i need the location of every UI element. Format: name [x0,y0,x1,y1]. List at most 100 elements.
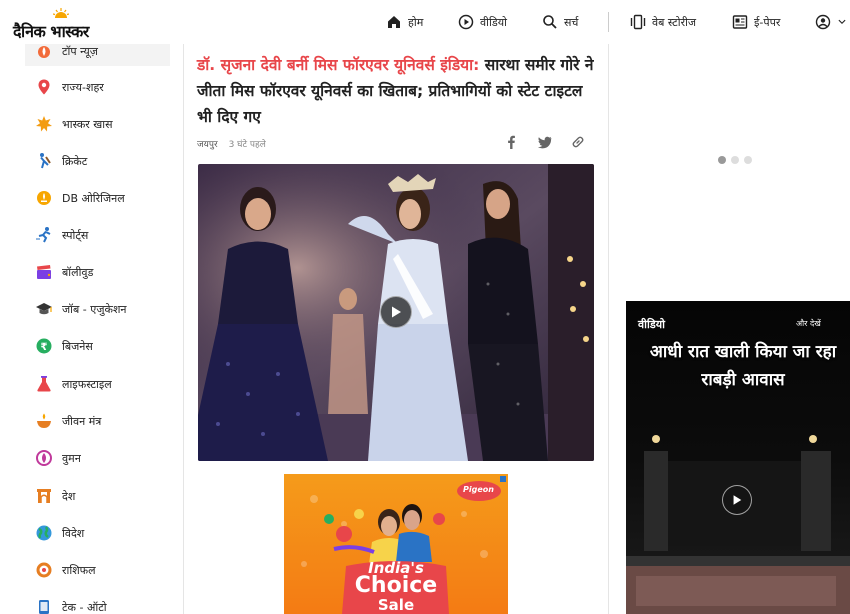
svg-text:₹: ₹ [41,342,48,353]
location-pin-icon [35,78,53,96]
sidebar-item-tech-auto[interactable]: टेक - ऑटो [25,592,170,614]
sidebar-item-label: जॉब - एजुकेशन [62,302,127,316]
sidebar-item-sports[interactable]: स्पोर्ट्स [25,220,170,250]
article-time: 3 घंटे पहले [228,140,266,150]
top-news-icon [35,42,53,60]
sidebar-item-bollywood[interactable]: बॉलीवुड [25,257,170,287]
globe-icon [35,524,53,542]
facebook-share-button[interactable] [502,133,520,151]
sidebar-item-bhaskar-khas[interactable]: भास्कर खास [25,109,170,139]
sidebar-item-label: जीवन मंत्र [62,414,102,428]
sidebar-item-label: DB ओरिजिनल [62,191,125,205]
sidebar-item-db-original[interactable]: DB ओरिजिनल [25,183,170,213]
sidebar-item-label: क्रिकेट [62,154,88,168]
sidebar-item-label: बिजनेस [62,339,93,353]
sidebar-item-rashifal[interactable]: राशिफल [25,555,170,585]
gate-icon [35,487,53,505]
sidebar-item-lifestyle[interactable]: लाइफस्टाइल [25,369,170,399]
ad-brand: Pigeon [463,485,494,494]
play-icon [392,306,401,318]
sidebar-item-women[interactable]: वुमन [25,443,170,473]
account-menu[interactable] [815,0,847,44]
nav-home-label: होम [408,15,424,29]
sidebar-item-cricket[interactable]: क्रिकेट [25,146,170,176]
nav-web-stories-label: वेब स्टोरीज [652,15,697,29]
article-headline[interactable]: डॉ. सृजना देवी बर्नी मिस फॉरएवर यूनिवर्स… [197,52,597,130]
carousel-dot[interactable] [718,156,726,164]
site-logo[interactable]: दैनिक भास्कर [13,6,113,41]
article-location: जयपुर [197,140,218,150]
copy-link-button[interactable] [569,133,587,151]
see-more-link[interactable]: और देखें [796,318,821,329]
video-play-button[interactable] [380,296,412,328]
sidebar-item-label: राज्य-शहर [62,80,104,94]
sidebar-item-label: बॉलीवुड [62,265,94,279]
nav-divider [608,12,609,32]
sidebar-item-jeevan-mantra[interactable]: जीवन मंत्र [25,406,170,436]
diya-icon [35,412,53,430]
play-icon [733,495,742,505]
sidebar-item-business[interactable]: ₹ बिजनेस [25,331,170,361]
sidebar-item-label: राशिफल [62,563,96,577]
carousel-dot[interactable] [731,156,739,164]
carousel-dots[interactable] [718,156,752,164]
home-icon [388,16,400,28]
nav-video-label: वीडियो [480,15,507,29]
nav-video[interactable]: वीडियो [458,0,507,44]
rupee-icon: ₹ [35,337,53,355]
sidebar-item-state-city[interactable]: राज्य-शहर [25,72,170,102]
nav-web-stories[interactable]: वेब स्टोरीज [630,0,696,44]
logo-sun-icon [53,8,69,18]
facebook-icon [508,135,515,149]
search-icon [543,15,557,29]
article-meta: जयपुर 3 घंटे पहले [197,137,266,150]
nav-epaper[interactable]: ई-पेपर [732,0,780,44]
sidebar-item-label: वुमन [62,451,81,465]
video-widget-title[interactable]: आधी रात खाली किया जा रहा राबड़ी आवास [638,338,848,394]
sun-icon [35,115,53,133]
clapper-icon [35,263,53,281]
sidebar-item-job-education[interactable]: जॉब - एजुकेशन [25,294,170,324]
twitter-share-button[interactable] [536,133,554,151]
nav-search[interactable]: सर्च [542,0,578,44]
column-divider [608,44,609,614]
ad-line-3: Sale [377,596,415,614]
sidebar-item-label: लाइफस्टाइल [62,377,112,391]
site-header: दैनिक भास्कर होम वीडियो सर्च वेब स्टोरीज… [0,0,850,44]
carousel-dot[interactable] [744,156,752,164]
flask-icon [35,375,53,393]
sidebar-item-desh[interactable]: देश [25,481,170,511]
db-original-icon [35,189,53,207]
web-stories-icon [630,14,646,30]
video-widget-heading: वीडियो [638,318,665,331]
cricket-icon [35,152,53,170]
nav-epaper-label: ई-पेपर [754,15,781,29]
sidebar-item-label: विदेश [62,526,85,540]
sidebar-item-label: भास्कर खास [62,117,113,131]
twitter-icon [538,136,552,149]
sidebar-item-videsh[interactable]: विदेश [25,518,170,548]
sidebar-item-label: टॉप न्यूज़ [62,44,98,58]
video-widget[interactable]: वीडियो और देखें आधी रात खाली किया जा रहा… [626,301,850,614]
nav-search-label: सर्च [564,15,579,29]
tech-icon [35,598,53,614]
headline-highlight: डॉ. सृजना देवी बर्नी मिस फॉरएवर यूनिवर्स… [197,56,480,74]
sidebar: टॉप न्यूज़ राज्य-शहर भास्कर खास क्रिकेट … [25,36,170,614]
advertisement[interactable]: Pigeon India's Choice Sale [284,474,508,614]
chevron-down-icon [838,19,846,25]
sports-icon [35,226,53,244]
ad-line-2: Choice [354,573,438,598]
graduation-cap-icon [35,300,53,318]
sidebar-item-label: स्पोर्ट्स [62,228,89,242]
user-icon [815,14,831,30]
play-circle-icon [458,14,474,30]
sidebar-item-label: देश [62,489,76,503]
sidebar-item-label: टेक - ऑटो [62,600,107,614]
video-widget-play-button[interactable] [722,485,752,515]
logo-text: दैनिक भास्कर [13,22,89,41]
nav-home[interactable]: होम [386,0,423,44]
women-icon [35,449,53,467]
zodiac-icon [35,561,53,579]
right-ad-slot [626,44,850,292]
link-icon [572,136,584,148]
